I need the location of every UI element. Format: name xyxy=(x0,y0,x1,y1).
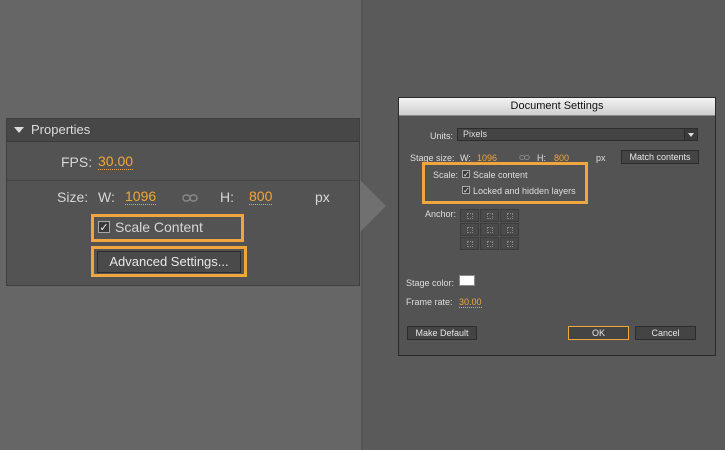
match-contents-button[interactable]: Match contents xyxy=(621,150,699,164)
units-value: Pixels xyxy=(463,129,488,139)
anchor-label: Anchor: xyxy=(425,209,457,219)
separator xyxy=(7,180,359,181)
unit-label: px xyxy=(315,189,330,205)
ok-button[interactable]: OK xyxy=(568,326,629,340)
units-select[interactable]: Pixels xyxy=(457,128,698,141)
anchor-cell[interactable] xyxy=(480,209,499,222)
cancel-button[interactable]: Cancel xyxy=(635,326,696,340)
make-default-button[interactable]: Make Default xyxy=(407,326,477,340)
link-icon[interactable] xyxy=(519,154,530,161)
highlight-box-scale-dialog xyxy=(422,162,588,204)
anchor-cell[interactable] xyxy=(480,223,499,236)
stage-unit-label: px xyxy=(596,153,606,163)
anchor-cell[interactable] xyxy=(460,209,479,222)
advanced-settings-button[interactable]: Advanced Settings... xyxy=(97,251,241,273)
size-label: Size: xyxy=(57,189,89,205)
scale-content-label: Scale Content xyxy=(115,219,203,235)
fps-label: FPS: xyxy=(61,154,93,170)
fps-value[interactable]: 30.00 xyxy=(98,154,134,170)
properties-title: Properties xyxy=(31,122,91,137)
height-value[interactable]: 800 xyxy=(249,189,273,205)
collapse-triangle-icon[interactable] xyxy=(14,127,24,133)
anchor-cell[interactable] xyxy=(460,237,479,250)
link-icon[interactable] xyxy=(182,193,198,203)
dialog-title: Document Settings xyxy=(399,98,715,116)
stage-color-label: Stage color: xyxy=(406,278,455,288)
properties-header[interactable]: Properties xyxy=(7,119,359,142)
frame-rate-label: Frame rate: xyxy=(406,297,453,307)
anchor-grid[interactable] xyxy=(460,209,519,250)
chevron-down-icon[interactable] xyxy=(684,129,697,140)
stage-color-swatch[interactable] xyxy=(459,275,475,286)
units-label: Units: xyxy=(430,131,454,141)
width-label: W: xyxy=(98,189,115,205)
scale-content-checkbox[interactable]: ✓ xyxy=(98,221,110,234)
anchor-cell[interactable] xyxy=(460,223,479,236)
anchor-cell[interactable] xyxy=(500,237,519,250)
anchor-cell[interactable] xyxy=(500,209,519,222)
height-label: H: xyxy=(220,189,234,205)
width-value[interactable]: 1096 xyxy=(125,189,157,205)
frame-rate-value[interactable]: 30.00 xyxy=(459,297,482,308)
arrow-right-icon xyxy=(360,180,386,232)
anchor-cell[interactable] xyxy=(500,223,519,236)
document-settings-dialog: Document Settings Units: Pixels Stage si… xyxy=(398,97,716,356)
anchor-cell[interactable] xyxy=(480,237,499,250)
